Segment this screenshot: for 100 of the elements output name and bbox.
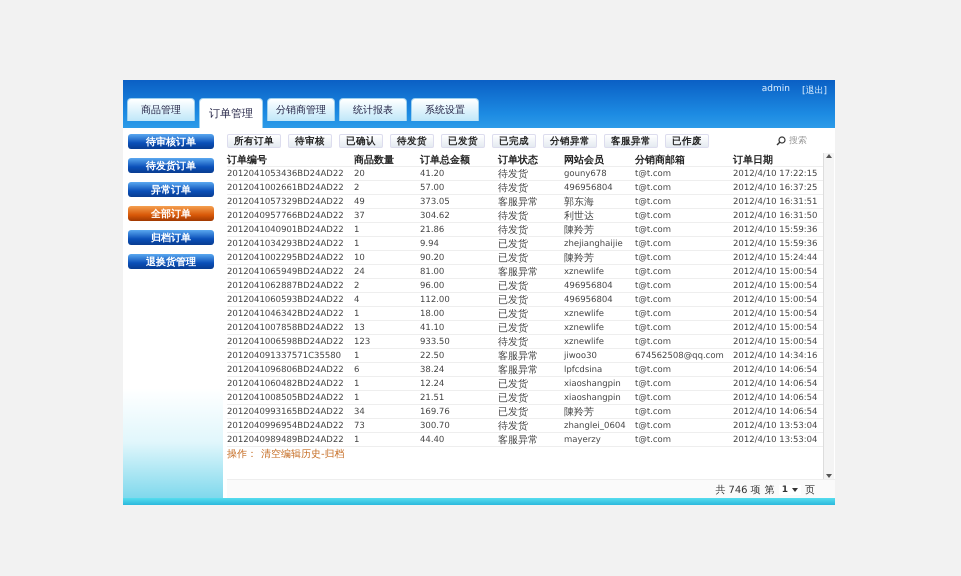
table-cell-text: 2012/4/10 16:31:51 [733,197,818,207]
table-cell-text: 陳羚芳 [564,252,595,265]
table-cell-text: 123 [354,337,372,347]
table-cell-text: 13 [354,323,366,333]
sidebar-button[interactable]: 待审核订单 [128,134,214,149]
table-cell-text: 674562508@qq.com [635,351,725,361]
archive-link[interactable]: 清空编辑历史-归档 [261,449,345,461]
table-cell-text: 2012/4/10 13:53:04 [733,435,818,445]
table-cell-text: 客服异常 [498,196,539,209]
logout-link[interactable]: [退出] [802,84,827,97]
table-cell-text: 2012/4/10 14:06:54 [733,365,818,375]
table-cell-text: 陳羚芳 [564,224,595,237]
table-cell-text: 1 [354,239,360,249]
nav-tab[interactable]: 订单管理 [199,98,263,128]
table-cell-text: gouny678 [564,169,608,179]
table-cell-text: t@t.com [635,169,672,179]
table-cell-text: t@t.com [635,407,672,417]
table-cell-text: 待发货 [498,182,529,195]
table-cell-text: 38.24 [420,365,446,375]
filter-button[interactable]: 已完成 [492,134,536,148]
table-cell-text: t@t.com [635,393,672,403]
scrollbar[interactable] [823,153,834,479]
table-cell-text: 300.70 [420,421,451,431]
filter-button[interactable]: 已发货 [441,134,485,148]
table-cell-text: 2012/4/10 15:00:54 [733,295,818,305]
table-cell-text: t@t.com [635,211,672,221]
table-cell-text: 2012/4/10 15:24:44 [733,253,818,263]
table-cell-text: zhanglei_0604 [564,421,627,431]
table-cell-text: 待发货 [498,168,529,181]
filter-button[interactable]: 已作废 [665,134,709,148]
table-cell-text: 1 [354,309,360,319]
scroll-up-icon[interactable] [826,153,832,158]
table-cell-text: 已发货 [498,392,529,405]
table-cell-text: 41.10 [420,323,446,333]
nav-tab[interactable]: 统计报表 [339,98,407,121]
table-cell-text: 2012041008505BD24AD22 [227,393,345,403]
table-cell-text: 2012/4/10 15:00:54 [733,337,818,347]
table-cell-text: 18.00 [420,309,446,319]
table-cell-text: 2012/4/10 17:22:15 [733,169,818,179]
table-cell-text: 1 [354,435,360,445]
table-cell-text: xiaoshangpin [564,379,622,389]
table-cell-text: 21.86 [420,225,446,235]
table-cell-text: 待发货 [498,336,529,349]
sidebar-button[interactable]: 待发货订单 [128,158,214,173]
table-cell-text: 待发货 [498,210,529,223]
column-header: 商品数量 [354,153,395,167]
column-header: 订单总金额 [420,153,471,167]
table-cell-text: t@t.com [635,253,672,263]
table-cell-text: t@t.com [635,239,672,249]
table-cell-text: 2012/4/10 16:37:25 [733,183,818,193]
table-cell-text: t@t.com [635,225,672,235]
table-cell-text: 201204091337571C35580 [227,351,342,361]
table-cell-text: t@t.com [635,337,672,347]
table-cell-text: 已发货 [498,322,529,335]
sidebar-button[interactable]: 异常订单 [128,182,214,197]
table-cell-text: 已发货 [498,378,529,391]
table-cell-text: 2012/4/10 15:00:54 [733,309,818,319]
table-cell-text: t@t.com [635,421,672,431]
table-cell-text: 41.20 [420,169,446,179]
table-cell-text: 73 [354,421,366,431]
table-cell-text: xznewlife [564,267,606,277]
table-cell-text: 2 [354,183,360,193]
table-cell-text: xiaoshangpin [564,393,622,403]
table-cell-text: mayerzy [564,435,602,445]
filter-button[interactable]: 已确认 [339,134,383,148]
table-cell-text: 2012041002295BD24AD22 [227,253,345,263]
sidebar-button[interactable]: 退换货管理 [128,254,214,269]
column-header: 订单日期 [733,154,774,167]
table-cell-text: 496956804 [564,281,614,291]
table-cell-text: 112.00 [420,295,451,305]
table-cell-text: 57.00 [420,183,446,193]
table-cell-text: xznewlife [564,309,606,319]
table-cell-text: 2012040957766BD24AD22 [227,211,345,221]
column-header: 订单编号 [227,154,268,167]
filter-button[interactable]: 客服异常 [604,134,658,148]
table-cell-text: 6 [354,365,360,375]
table-cell-text: 2012/4/10 15:00:54 [733,281,818,291]
username: admin [762,84,790,96]
table-cell-text: 2012041062887BD24AD22 [227,281,345,291]
filter-button[interactable]: 所有订单 [227,134,281,148]
table-cell-text: 12.24 [420,379,446,389]
table-cell-text: 已发货 [498,280,529,293]
table-cell-text: 待发货 [498,224,529,237]
sidebar-button[interactable]: 归档订单 [128,230,214,245]
nav-tab[interactable]: 分销商管理 [267,98,335,121]
table-cell-text: 304.62 [420,211,451,221]
page-select[interactable]: 1 [778,485,801,495]
table-cell-text: 已发货 [498,252,529,265]
nav-tab[interactable]: 商品管理 [127,98,195,121]
filter-button[interactable]: 待审核 [288,134,332,148]
caret-icon [792,488,798,492]
table-cell-text: 1 [354,225,360,235]
table-cell-text: 2012041007858BD24AD22 [227,323,345,333]
table-cell-text: t@t.com [635,295,672,305]
nav-tab[interactable]: 系统设置 [411,98,479,121]
table-cell-text: 1 [354,351,360,361]
table-cell-text: t@t.com [635,379,672,389]
filter-button[interactable]: 待发货 [390,134,434,148]
filter-button[interactable]: 分销异常 [543,134,597,148]
table-cell-text: 2012/4/10 16:31:50 [733,211,818,221]
